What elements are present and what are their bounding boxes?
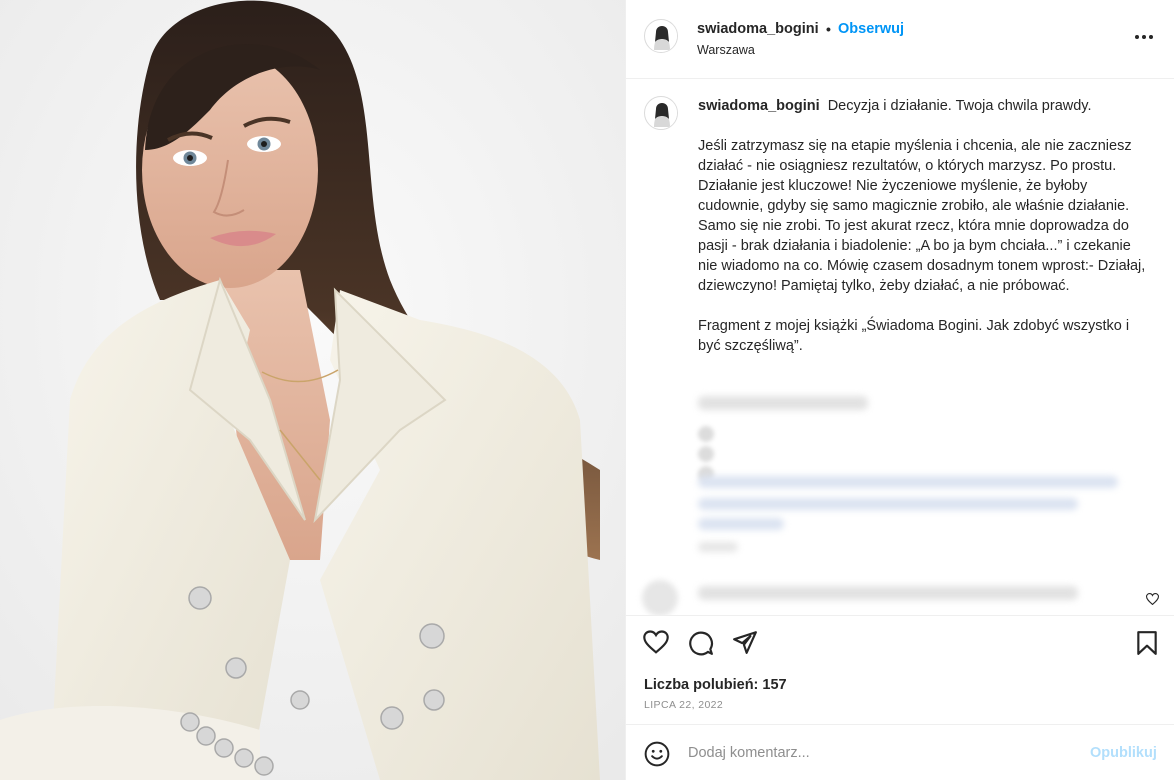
blurred-timestamp — [698, 542, 738, 552]
avatar[interactable] — [644, 19, 678, 53]
blurred-comment-avatar — [642, 580, 678, 615]
comment-input[interactable] — [688, 740, 1068, 766]
comments-section[interactable]: swiadoma_bogini Decyzja i działanie. Two… — [626, 80, 1174, 615]
more-options-icon[interactable] — [1134, 22, 1154, 44]
post-date[interactable]: LIPCA 22, 2022 — [644, 699, 723, 711]
heart-icon[interactable] — [643, 630, 669, 659]
blurred-comment — [698, 586, 1078, 600]
comment-icon[interactable] — [688, 630, 714, 661]
share-icon[interactable] — [732, 630, 758, 659]
action-bar: Liczba polubień: 157 LIPCA 22, 2022 — [626, 615, 1174, 723]
add-comment-bar: Opublikuj — [626, 724, 1174, 780]
blurred-emoji — [698, 446, 714, 462]
post-details-panel: swiadoma_bogini • Obserwuj Warszawa swia… — [625, 0, 1174, 780]
post-header: swiadoma_bogini • Obserwuj Warszawa — [626, 0, 1174, 79]
caption-avatar[interactable] — [644, 96, 678, 130]
location-link[interactable]: Warszawa — [697, 43, 755, 57]
post-photo[interactable] — [0, 0, 625, 780]
likes-count[interactable]: Liczba polubień: 157 — [644, 677, 787, 693]
portrait-image — [0, 0, 625, 780]
blurred-emoji — [698, 426, 714, 442]
blurred-hashtags — [698, 476, 1118, 488]
caption-paragraph: Jeśli zatrzymasz się na etapie myślenia … — [698, 138, 1146, 294]
caption-username[interactable]: swiadoma_bogini — [698, 98, 820, 114]
avatar-icon — [646, 98, 677, 129]
bookmark-icon[interactable] — [1136, 630, 1158, 661]
caption-headline: Decyzja i działanie. Twoja chwila prawdy… — [827, 98, 1092, 114]
caption-paragraph: Fragment z mojej książki „Świadoma Bogin… — [698, 318, 1130, 354]
blurred-text — [698, 396, 868, 410]
blurred-hashtags — [698, 498, 1078, 510]
emoji-icon[interactable] — [644, 741, 670, 772]
publish-button[interactable]: Opublikuj — [1090, 745, 1157, 761]
blurred-hashtags — [698, 518, 784, 530]
like-comment-icon[interactable] — [1145, 592, 1160, 610]
follow-button[interactable]: Obserwuj — [838, 21, 904, 37]
username[interactable]: swiadoma_bogini — [697, 21, 819, 37]
avatar-icon — [646, 21, 677, 52]
post-caption: swiadoma_bogini Decyzja i działanie. Two… — [698, 96, 1153, 356]
separator-dot: • — [826, 21, 831, 37]
